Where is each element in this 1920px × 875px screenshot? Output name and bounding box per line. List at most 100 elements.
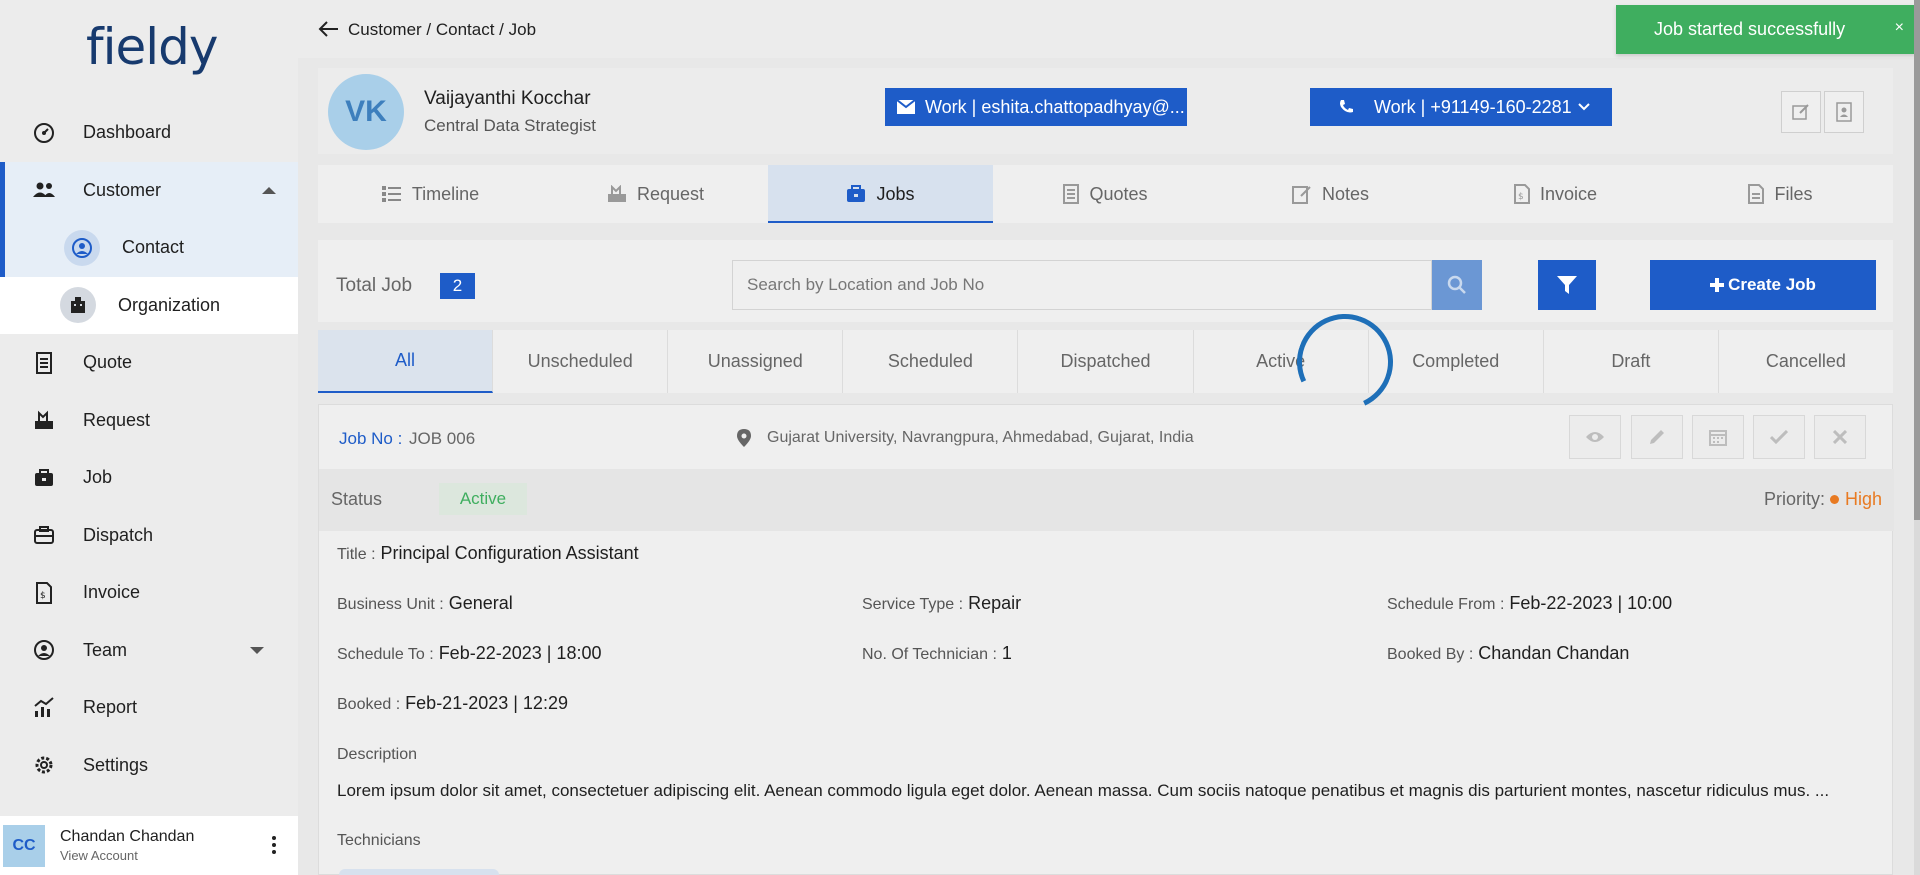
sidebar-item-quote[interactable]: Quote bbox=[0, 334, 298, 392]
tab-files[interactable]: Files bbox=[1668, 165, 1893, 223]
fieldy-logo[interactable]: fieldy bbox=[86, 18, 218, 88]
sidebar-item-team[interactable]: Team bbox=[0, 622, 298, 680]
breadcrumb: Customer / Contact / Job bbox=[348, 20, 537, 39]
description-text: Lorem ipsum dolor sit amet, consectetuer… bbox=[337, 781, 1830, 800]
email-button[interactable]: Work | eshita.chattopadhyay@... bbox=[885, 88, 1187, 126]
tab-quotes[interactable]: Quotes bbox=[993, 165, 1218, 223]
plus-icon bbox=[1710, 278, 1725, 292]
address-book-icon bbox=[1835, 102, 1853, 122]
field-label: Schedule From : bbox=[1387, 596, 1505, 613]
sidebar-item-report[interactable]: Report bbox=[0, 679, 298, 737]
tab-jobs[interactable]: Jobs bbox=[768, 165, 993, 223]
edit-contact-button[interactable] bbox=[1781, 91, 1821, 133]
sidebar-item-settings[interactable]: Settings bbox=[0, 737, 298, 795]
sidebar-item-dispatch[interactable]: Dispatch bbox=[0, 507, 298, 565]
view-account-link[interactable]: View Account bbox=[60, 848, 194, 863]
chevron-down-icon[interactable] bbox=[1577, 103, 1590, 111]
contact-book-button[interactable] bbox=[1824, 91, 1864, 133]
dashboard-icon bbox=[31, 120, 57, 146]
notes-icon bbox=[1291, 184, 1312, 204]
close-icon[interactable]: × bbox=[1895, 19, 1904, 37]
tab-invoice[interactable]: $ Invoice bbox=[1443, 165, 1668, 223]
sidebar-nav: Dashboard Customer Contact Organization bbox=[0, 104, 298, 794]
search-button[interactable] bbox=[1432, 260, 1482, 310]
edit-icon bbox=[1792, 103, 1810, 121]
contact-icon bbox=[64, 229, 100, 266]
tab-label: Invoice bbox=[1539, 183, 1598, 204]
sidebar-item-invoice[interactable]: $ Invoice bbox=[0, 564, 298, 622]
field-label: Booked By : bbox=[1387, 646, 1474, 663]
technician-chip[interactable] bbox=[339, 869, 499, 875]
field-value: Feb-21-2023 | 12:29 bbox=[405, 693, 568, 713]
scrollbar[interactable] bbox=[1914, 0, 1920, 875]
priority-indicator: Priority: High bbox=[1764, 489, 1882, 510]
job-title-field: Title : Principal Configuration Assistan… bbox=[337, 543, 639, 564]
account-panel[interactable]: CC Chandan Chandan View Account bbox=[0, 816, 298, 875]
filter-button[interactable] bbox=[1538, 260, 1596, 310]
schedule-from-field: Schedule From : Feb-22-2023 | 10:00 bbox=[1387, 593, 1672, 614]
tab-request[interactable]: Request bbox=[543, 165, 768, 223]
file-icon bbox=[1748, 184, 1765, 204]
field-value: Feb-22-2023 | 18:00 bbox=[438, 643, 602, 663]
search-input[interactable]: Search by Location and Job No bbox=[732, 260, 1432, 310]
sidebar-item-label: Customer bbox=[83, 179, 162, 200]
cancel-job-button[interactable] bbox=[1814, 415, 1866, 459]
svg-text:$: $ bbox=[40, 591, 46, 601]
status-tab-cancelled[interactable]: Cancelled bbox=[1719, 330, 1893, 393]
sidebar-item-label: Quote bbox=[83, 352, 133, 373]
status-tab-unassigned[interactable]: Unassigned bbox=[668, 330, 844, 393]
request-icon bbox=[607, 185, 627, 203]
toast-message: Job started successfully bbox=[1654, 19, 1846, 39]
job-no-value: JOB 006 bbox=[409, 429, 476, 448]
complete-job-button[interactable] bbox=[1753, 415, 1805, 459]
filter-icon bbox=[1556, 274, 1578, 296]
schedule-job-button[interactable] bbox=[1692, 415, 1744, 459]
sidebar-subitem-organization[interactable]: Organization bbox=[0, 276, 298, 334]
tab-label: Notes bbox=[1321, 183, 1370, 204]
sidebar-item-label: Dashboard bbox=[83, 122, 172, 143]
sidebar-subitem-label: Organization bbox=[118, 294, 221, 315]
dispatch-icon bbox=[31, 522, 57, 548]
scrollbar-thumb[interactable] bbox=[1914, 0, 1920, 520]
sidebar-item-job[interactable]: Job bbox=[0, 449, 298, 507]
email-label: Work | eshita.chattopadhyay@... bbox=[925, 96, 1185, 117]
back-arrow-icon[interactable] bbox=[318, 18, 340, 44]
location-pin-icon bbox=[737, 429, 751, 452]
create-job-button[interactable]: Create Job bbox=[1650, 260, 1876, 310]
phone-button[interactable]: Work | +91149-160-2281 bbox=[1310, 88, 1612, 126]
status-tab-draft[interactable]: Draft bbox=[1544, 330, 1719, 393]
more-options-icon[interactable] bbox=[272, 836, 276, 857]
status-tab-unscheduled[interactable]: Unscheduled bbox=[493, 330, 669, 393]
chevron-up-icon[interactable] bbox=[262, 186, 276, 194]
field-label: Service Type : bbox=[862, 596, 964, 613]
tab-notes[interactable]: Notes bbox=[1218, 165, 1443, 223]
edit-job-button[interactable] bbox=[1631, 415, 1683, 459]
field-label: Booked : bbox=[337, 696, 401, 713]
sidebar-item-customer[interactable]: Customer bbox=[0, 161, 298, 219]
status-tab-completed[interactable]: Completed bbox=[1369, 330, 1544, 393]
sidebar-item-request[interactable]: Request bbox=[0, 392, 298, 450]
tab-label: Files bbox=[1774, 183, 1813, 204]
status-tab-scheduled[interactable]: Scheduled bbox=[843, 330, 1019, 393]
status-tab-all[interactable]: All bbox=[318, 330, 494, 393]
sidebar-subitem-label: Contact bbox=[122, 237, 185, 258]
job-status-tabs: All Unscheduled Unassigned Scheduled Dis… bbox=[318, 330, 1893, 393]
quote-icon bbox=[1063, 184, 1080, 204]
success-toast: Job started successfully × bbox=[1616, 5, 1916, 54]
job-location: Gujarat University, Navrangpura, Ahmedab… bbox=[767, 429, 1194, 446]
schedule-to-field: Schedule To : Feb-22-2023 | 18:00 bbox=[337, 643, 601, 664]
tab-timeline[interactable]: Timeline bbox=[318, 165, 543, 223]
sidebar-item-label: Team bbox=[83, 639, 128, 660]
view-job-button[interactable] bbox=[1569, 415, 1621, 459]
report-icon bbox=[31, 695, 57, 721]
sidebar-item-dashboard[interactable]: Dashboard bbox=[0, 104, 298, 162]
status-tab-dispatched[interactable]: Dispatched bbox=[1018, 330, 1194, 393]
sidebar: fieldy Dashboard Customer Contact Organi… bbox=[0, 0, 298, 875]
business-unit-field: Business Unit : General bbox=[337, 593, 513, 614]
invoice-icon: $ bbox=[1513, 184, 1530, 204]
sidebar-subitem-contact[interactable]: Contact bbox=[0, 219, 298, 277]
field-value: General bbox=[448, 593, 513, 613]
technician-count-field: No. Of Technician : 1 bbox=[862, 643, 1012, 664]
field-label: No. Of Technician : bbox=[862, 646, 997, 663]
chevron-down-icon[interactable] bbox=[250, 646, 264, 654]
